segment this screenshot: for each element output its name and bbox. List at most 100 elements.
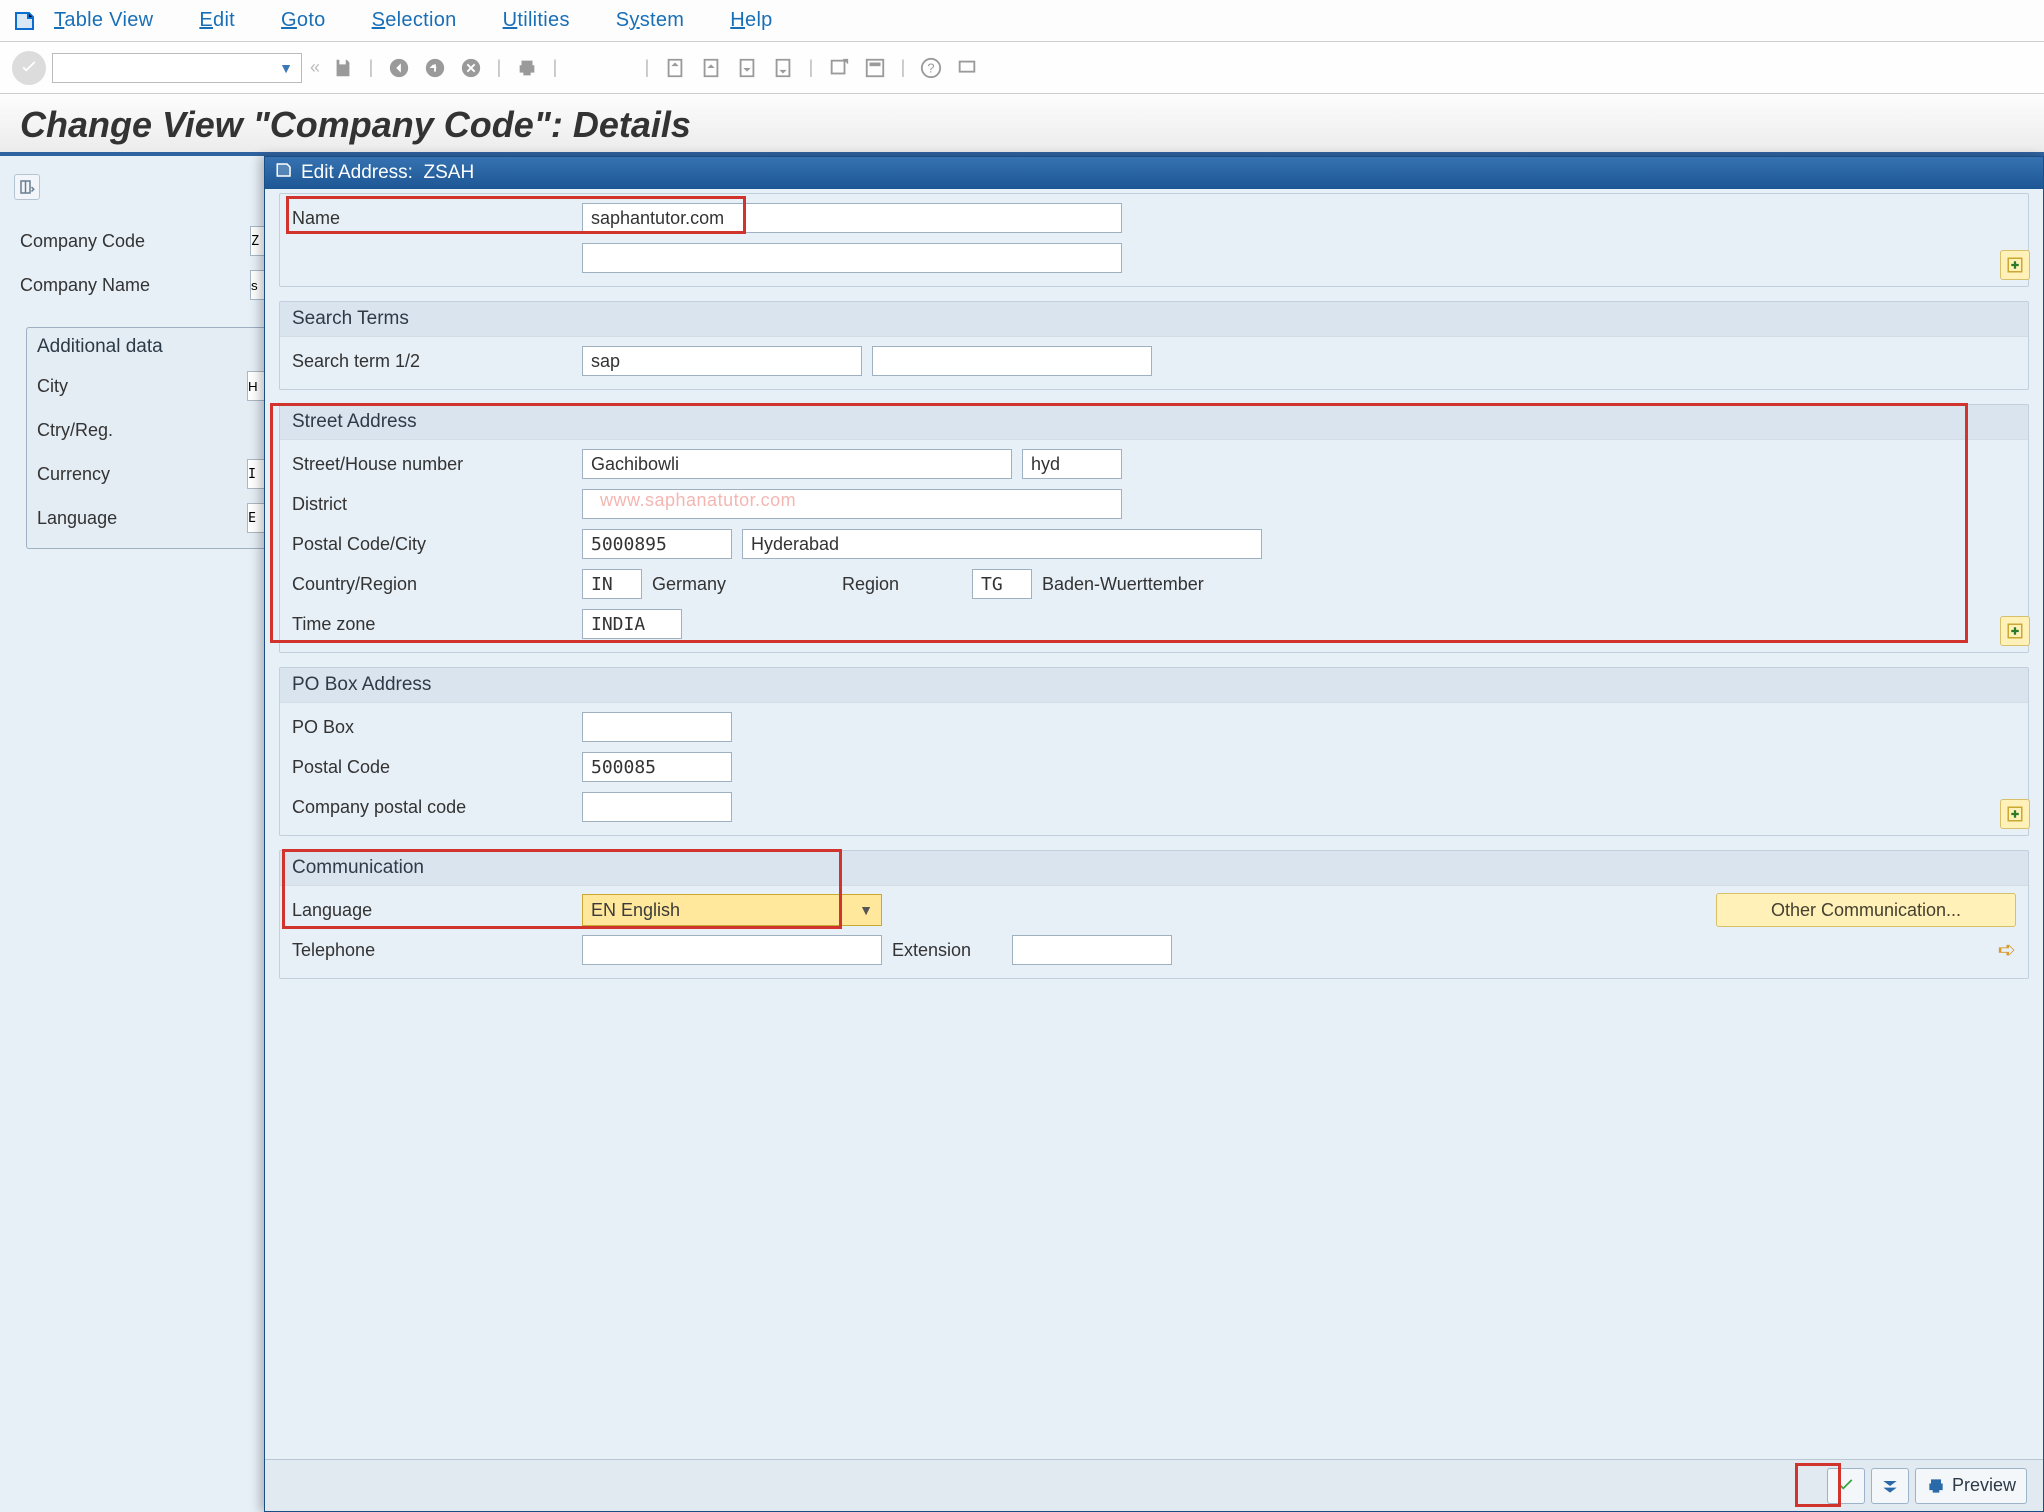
menu-selection[interactable]: Selection — [372, 9, 457, 32]
new-session-button[interactable] — [824, 53, 854, 83]
name-label: Name — [292, 208, 572, 229]
dropdown-arrow-icon: ▼ — [859, 902, 873, 918]
menu-bar: Table View Edit Goto Selection Utilities… — [0, 0, 2044, 42]
preview-button[interactable]: Preview — [1915, 1468, 2027, 1504]
language-label: Language — [37, 508, 247, 529]
edit-address-dialog: Edit Address: ZSAH Name — [264, 156, 2044, 1512]
dialog-icon — [275, 161, 293, 185]
house-number-input[interactable] — [1022, 449, 1122, 479]
page-title: Change View "Company Code": Details — [20, 104, 2024, 146]
pobox-section: PO Box Address PO Box Postal Code Compan… — [279, 667, 2029, 836]
next-page-button[interactable] — [732, 53, 762, 83]
street-input[interactable] — [582, 449, 1012, 479]
pobox-input[interactable] — [582, 712, 732, 742]
company-postal-label: Company postal code — [292, 797, 572, 818]
company-name-label: Company Name — [20, 275, 250, 296]
menu-help[interactable]: Help — [730, 9, 772, 32]
search-term2-input[interactable] — [872, 346, 1152, 376]
region-text: Baden-Wuerttember — [1042, 574, 1204, 595]
city-input[interactable] — [742, 529, 1262, 559]
region-label: Region — [842, 574, 962, 595]
cancel-button[interactable] — [456, 53, 486, 83]
communication-section: Communication Language EN English ▼ Othe… — [279, 850, 2029, 979]
dialog-title-bar: Edit Address: ZSAH — [265, 157, 2043, 189]
body-area: Company Code Company Name Additional dat… — [0, 156, 2044, 1512]
menu-system[interactable]: System — [616, 9, 685, 32]
country-text: Germany — [652, 574, 832, 595]
gui-settings-button[interactable] — [952, 53, 982, 83]
help-button[interactable]: ? — [916, 53, 946, 83]
comm-language-combo[interactable]: EN English ▼ — [582, 894, 882, 926]
name-section-expand-icon[interactable] — [2000, 250, 2030, 280]
print-button[interactable] — [512, 53, 542, 83]
standard-toolbar: ▼ « | | | | | | ? — [0, 42, 2044, 94]
pobox-label: PO Box — [292, 717, 572, 738]
menu-goto[interactable]: Goto — [281, 9, 326, 32]
confirm-button[interactable] — [1827, 1468, 1865, 1504]
pobox-postal-input[interactable] — [582, 752, 732, 782]
goto-arrow-icon[interactable]: ➪ — [1998, 937, 2016, 963]
postal-code-input[interactable] — [582, 529, 732, 559]
preview-label: Preview — [1952, 1475, 2016, 1496]
dialog-title-text: Edit Address: ZSAH — [301, 162, 474, 184]
pobox-postal-label: Postal Code — [292, 757, 572, 778]
menu-edit[interactable]: Edit — [199, 9, 235, 32]
country-label: Country/Region — [292, 574, 572, 595]
prev-page-button[interactable] — [696, 53, 726, 83]
company-code-label: Company Code — [20, 231, 250, 252]
name2-input[interactable] — [582, 243, 1122, 273]
street-address-head: Street Address — [280, 405, 2028, 440]
back-button[interactable] — [384, 53, 414, 83]
telephone-label: Telephone — [292, 940, 572, 961]
street-label: Street/House number — [292, 454, 572, 475]
page-title-area: Change View "Company Code": Details — [0, 94, 2044, 156]
district-label: District — [292, 494, 572, 515]
name-input[interactable] — [582, 203, 1122, 233]
country-input[interactable] — [582, 569, 642, 599]
first-page-button[interactable] — [660, 53, 690, 83]
exit-button[interactable] — [420, 53, 450, 83]
dialog-footer: Preview — [265, 1459, 2043, 1511]
pobox-section-expand-icon[interactable] — [2000, 799, 2030, 829]
menu-table-view[interactable]: Table View — [54, 9, 153, 32]
search-terms-head: Search Terms — [280, 302, 2028, 337]
currency-label: Currency — [37, 464, 247, 485]
toolbar-separator: « — [308, 57, 322, 78]
command-field[interactable]: ▼ — [52, 53, 302, 83]
svg-text:?: ? — [927, 60, 934, 75]
city-label: City — [37, 376, 247, 397]
comm-language-value: EN English — [591, 900, 680, 921]
telephone-input[interactable] — [582, 935, 882, 965]
extension-label: Extension — [892, 940, 1002, 961]
region-input[interactable] — [972, 569, 1032, 599]
street-address-section: Street Address Street/House number Distr… — [279, 404, 2029, 653]
save-button[interactable] — [328, 53, 358, 83]
new-entries-icon[interactable] — [14, 174, 40, 200]
pobox-head: PO Box Address — [280, 668, 2028, 703]
communication-head: Communication — [280, 851, 2028, 886]
other-communication-button[interactable]: Other Communication... — [1716, 893, 2016, 927]
layout-button[interactable] — [860, 53, 890, 83]
expand-all-button[interactable] — [1871, 1468, 1909, 1504]
find-button[interactable] — [568, 53, 598, 83]
district-input[interactable] — [582, 489, 1122, 519]
app-menu-icon[interactable] — [12, 8, 38, 34]
enter-button[interactable] — [12, 51, 46, 85]
ctryreg-label: Ctry/Reg. — [37, 420, 247, 441]
extension-input[interactable] — [1012, 935, 1172, 965]
dropdown-arrow-icon: ▼ — [279, 60, 293, 76]
menu-utilities[interactable]: Utilities — [503, 9, 570, 32]
timezone-input[interactable] — [582, 609, 682, 639]
search-terms-section: Search Terms Search term 1/2 — [279, 301, 2029, 390]
company-postal-input[interactable] — [582, 792, 732, 822]
last-page-button[interactable] — [768, 53, 798, 83]
search-term-label: Search term 1/2 — [292, 351, 572, 372]
street-section-expand-icon[interactable] — [2000, 616, 2030, 646]
find-next-button[interactable] — [604, 53, 634, 83]
comm-language-label: Language — [292, 900, 572, 921]
postal-city-label: Postal Code/City — [292, 534, 572, 555]
search-term1-input[interactable] — [582, 346, 862, 376]
name-section: Name — [279, 193, 2029, 287]
timezone-label: Time zone — [292, 614, 572, 635]
dialog-body: Name Search Terms — [265, 189, 2043, 1459]
